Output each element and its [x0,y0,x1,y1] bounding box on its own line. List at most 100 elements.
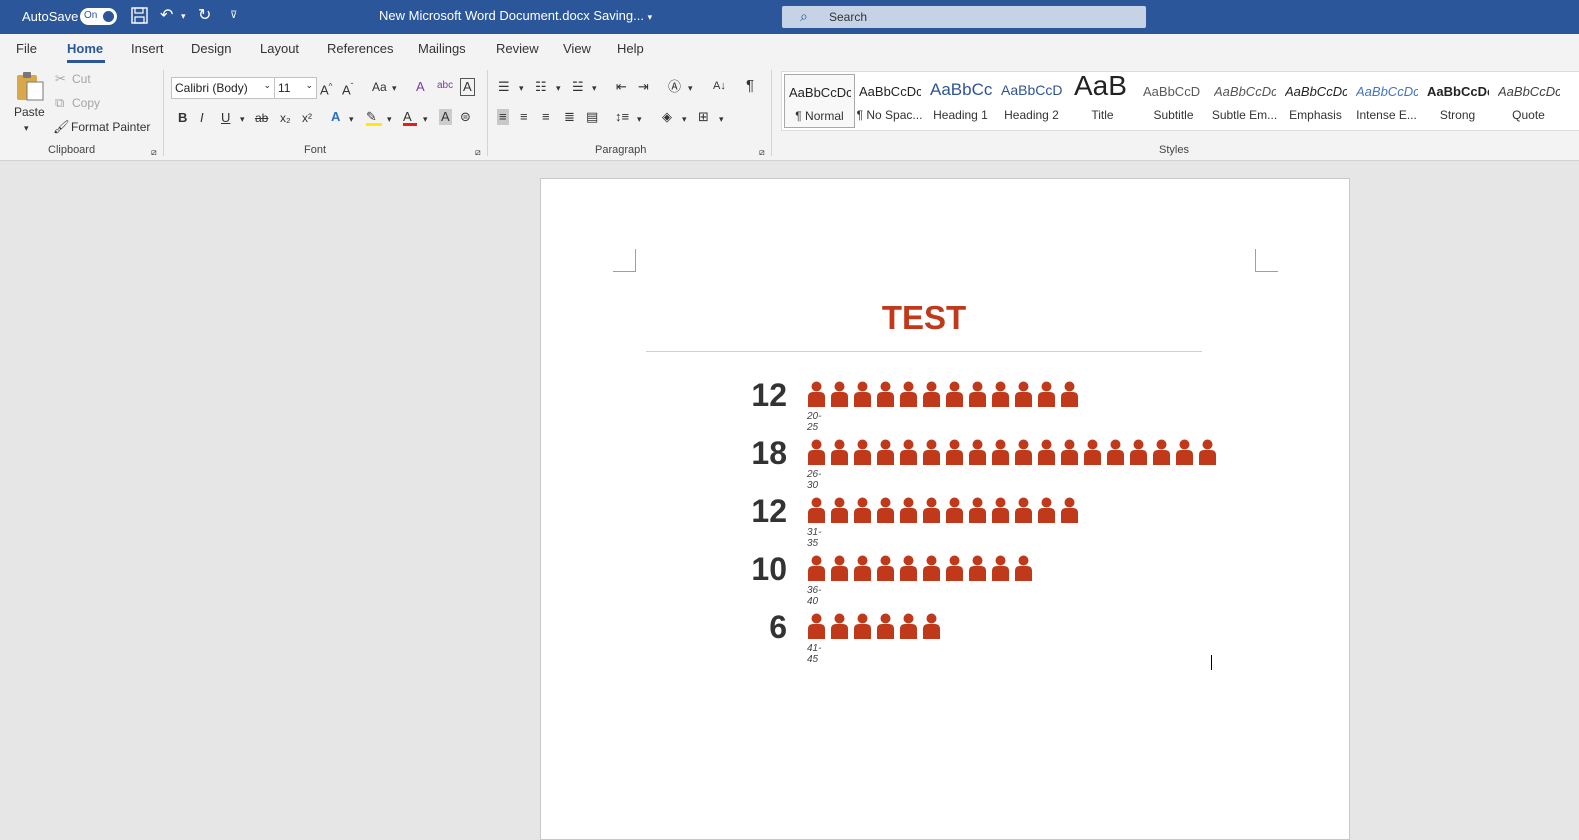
font-launcher-icon[interactable]: ⧄ [475,144,481,160]
bullets-icon[interactable]: ☰ [498,79,510,95]
show-formatting-marks-icon[interactable]: ¶ [746,78,754,94]
paste-icon[interactable] [14,70,46,106]
numbering-icon[interactable]: ☷ [535,79,547,95]
person-icon [1013,439,1034,465]
chevron-down-icon[interactable]: ▾ [349,111,354,127]
align-right-icon[interactable]: ≡ [542,109,550,125]
text-effects-icon[interactable]: A [331,109,340,125]
person-icon [967,497,988,523]
tab-insert[interactable]: Insert [131,41,164,56]
customize-qat-icon[interactable]: ⊽ [230,7,237,25]
superscript-button[interactable]: x² [302,110,312,126]
chevron-down-icon[interactable]: ▾ [387,111,392,127]
clear-formatting-icon[interactable]: A [416,79,425,95]
tab-layout[interactable]: Layout [260,41,299,56]
paste-button[interactable]: Paste [14,105,45,119]
style-emphasis[interactable]: AaBbCcDc Emphasis [1281,74,1350,126]
tab-references[interactable]: References [327,41,393,56]
title-dropdown-icon[interactable]: ▾ [648,12,653,22]
multilevel-list-icon[interactable]: ☱ [572,79,584,95]
style-heading-1[interactable]: AaBbCc Heading 1 [926,74,995,126]
tab-mailings[interactable]: Mailings [418,41,466,56]
chevron-down-icon[interactable]: ▾ [240,111,245,127]
distributed-icon[interactable]: ▤ [586,109,598,125]
chevron-down-icon[interactable]: ▾ [519,80,524,96]
style-normal[interactable]: AaBbCcDc ¶ Normal [784,74,855,128]
search-box[interactable]: ⌕ Search [782,6,1146,28]
tab-file[interactable]: File [16,41,37,56]
redo-icon[interactable]: ↻ [198,7,211,25]
enclose-characters-icon[interactable]: ⊜ [460,109,471,125]
tab-view[interactable]: View [563,41,591,56]
undo-dropdown-icon[interactable]: ▾ [181,7,186,25]
undo-icon[interactable]: ↶ [160,7,173,25]
justify-icon[interactable]: ≣ [564,109,575,125]
style-intense-emphasis[interactable]: AaBbCcDc Intense E... [1352,74,1421,126]
style-preview: AaBbCcDc [1427,84,1489,99]
borders-icon[interactable]: ⊞ [698,109,709,125]
increase-indent-icon[interactable]: ⇥ [638,79,649,95]
font-size-select[interactable]: 11 ⌄ [274,77,317,99]
change-case-button[interactable]: Aa [372,80,387,94]
font-name-select[interactable]: Calibri (Body) ⌄ [171,77,275,99]
underline-button[interactable]: U [221,110,230,126]
font-color-icon[interactable]: A [403,109,417,126]
align-left-icon[interactable]: ≡ [497,109,509,125]
chevron-down-icon[interactable]: ▾ [423,111,428,127]
subscript-button[interactable]: x₂ [280,110,291,126]
chevron-down-icon[interactable]: ▾ [637,111,642,127]
style-preview: AaBbCcDc [1356,84,1418,99]
style-strong[interactable]: AaBbCcDc Strong [1423,74,1492,126]
person-icon [829,381,850,407]
chevron-down-icon[interactable]: ▾ [556,80,561,96]
style-name: ¶ No Spac... [856,108,923,122]
italic-button[interactable]: I [200,110,204,126]
person-icon [990,497,1011,523]
asian-layout-icon[interactable]: Ⓐ [668,79,681,95]
paragraph-launcher-icon[interactable]: ⧄ [759,144,765,160]
highlight-icon[interactable]: ✎ [366,109,382,126]
chevron-down-icon[interactable]: ▾ [682,111,687,127]
chevron-down-icon[interactable]: ▾ [719,111,724,127]
character-border-icon[interactable]: A [460,78,475,96]
character-shading-icon[interactable]: A [439,109,452,125]
document-page[interactable]: TEST 12 20-25 18 26-30 12 31-35 10 36-40… [540,178,1350,840]
clipboard-launcher-icon[interactable]: ⧄ [151,144,157,160]
tab-design[interactable]: Design [191,41,231,56]
person-icon [898,381,919,407]
chevron-down-icon[interactable]: ▾ [392,80,397,96]
shading-icon[interactable]: ◈ [662,109,672,125]
style-subtle-emphasis[interactable]: AaBbCcDc Subtle Em... [1210,74,1279,126]
tab-home[interactable]: Home [67,41,103,56]
style-heading-2[interactable]: AaBbCcD Heading 2 [997,74,1066,126]
paste-dropdown-icon[interactable]: ▾ [24,120,29,136]
format-painter-icon[interactable]: 🖌 [53,119,70,135]
shrink-font-icon[interactable]: Aˇ [342,79,353,98]
style-subtitle[interactable]: AaBbCcD Subtitle [1139,74,1208,126]
style-preview: AaBbCc [930,80,992,99]
tab-help[interactable]: Help [617,41,644,56]
style-title[interactable]: AaB Title [1068,70,1137,126]
autosave-toggle[interactable]: On [80,8,117,25]
style-no-spacing[interactable]: AaBbCcDc ¶ No Spac... [855,74,924,126]
format-painter-button[interactable]: Format Painter [71,120,150,134]
sort-icon[interactable]: A↓ [713,78,726,94]
strikethrough-button[interactable]: ab [255,110,268,126]
decrease-indent-icon[interactable]: ⇤ [616,79,627,95]
line-spacing-icon[interactable]: ↕≡ [615,109,629,125]
chevron-down-icon: ⌄ [263,80,271,90]
chevron-down-icon[interactable]: ▾ [592,80,597,96]
row-count: 10 [751,551,787,587]
chevron-down-icon[interactable]: ▾ [688,80,693,96]
phonetic-guide-icon[interactable]: abc [437,78,453,94]
grow-font-icon[interactable]: A^ [320,79,332,98]
person-icon [1036,381,1057,407]
align-center-icon[interactable]: ≡ [520,109,528,125]
save-icon[interactable] [131,7,148,29]
style-quote[interactable]: AaBbCcDc Quote [1494,74,1563,126]
bold-button[interactable]: B [178,110,187,126]
style-name: Title [1091,108,1114,122]
tab-review[interactable]: Review [496,41,539,56]
group-separator [163,70,164,156]
search-input[interactable]: Search [829,10,867,24]
